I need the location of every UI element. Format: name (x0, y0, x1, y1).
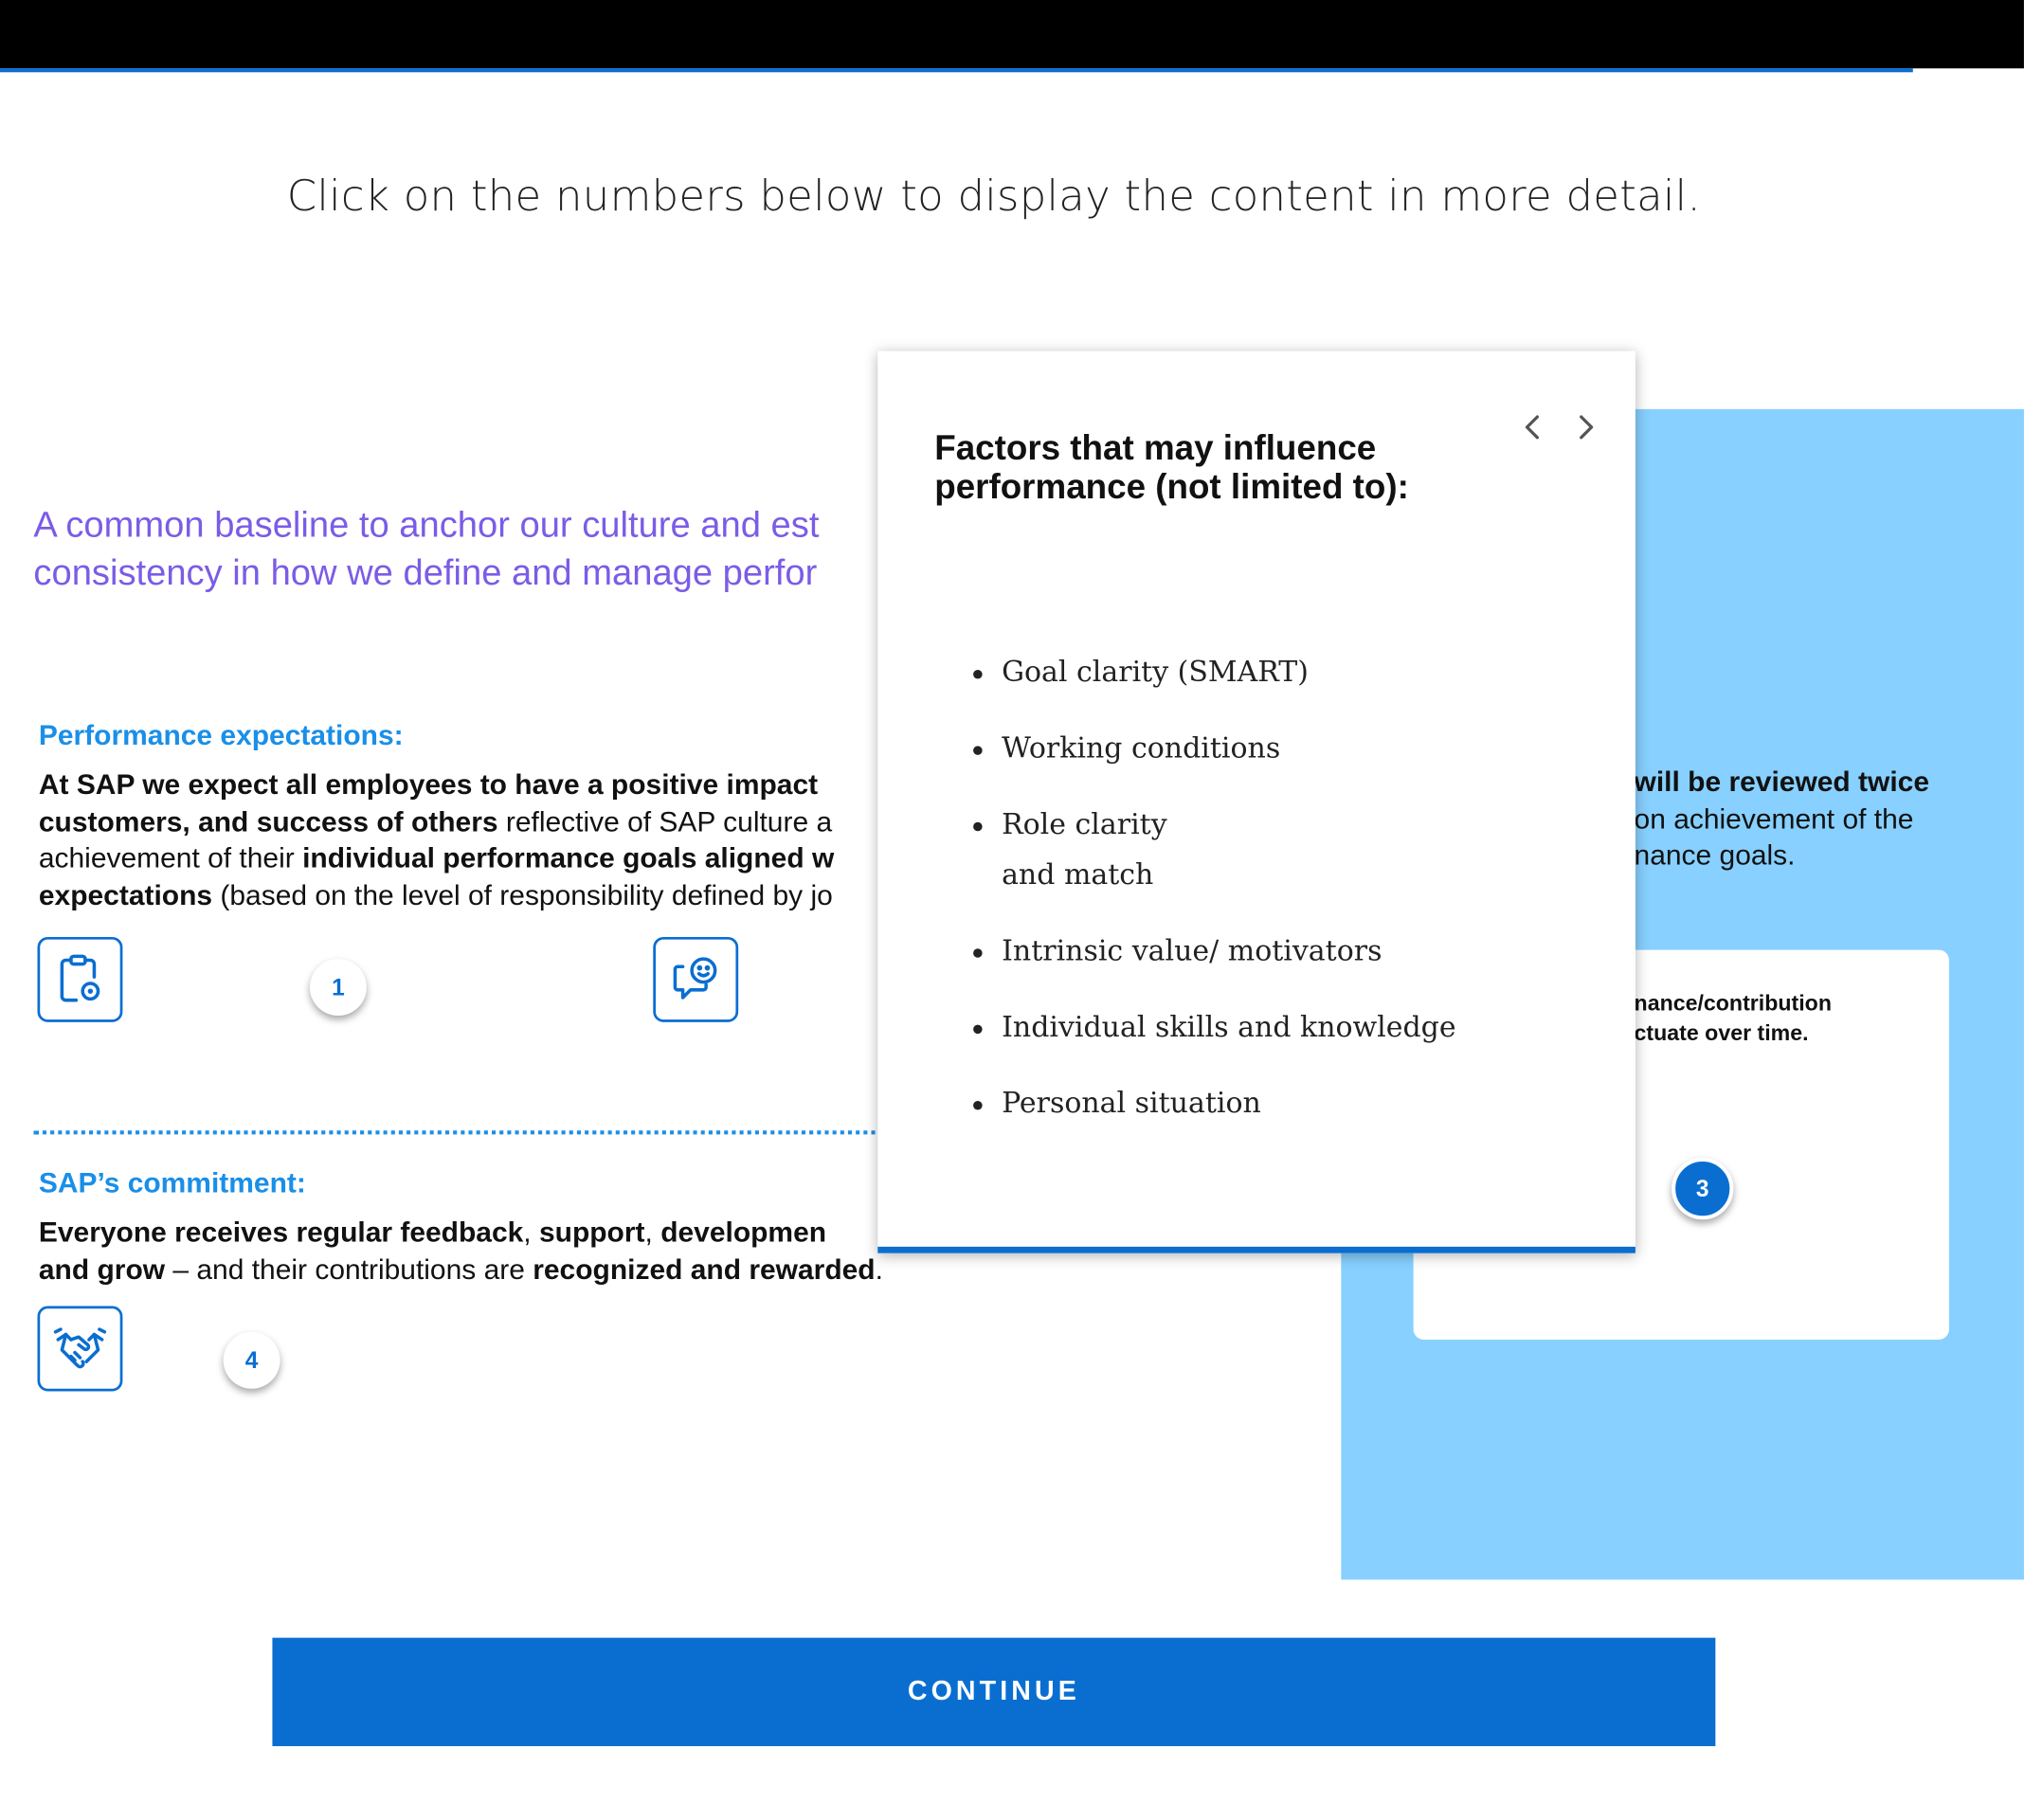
chat-smile-icon (653, 936, 739, 1022)
performance-line-4-text: (based on the level of responsibility de… (212, 877, 833, 911)
section-divider (33, 1130, 886, 1135)
handshake-icon (37, 1306, 123, 1392)
list-item-text: Intrinsic value/ motivators (1002, 935, 1382, 968)
chevron-left-icon[interactable] (1512, 407, 1551, 446)
review-card-text: nance/contribution ctuate over time. (1635, 988, 1832, 1048)
tagline-line-2: consistency in how we define and manage … (33, 552, 818, 593)
list-item: Working conditions (973, 724, 1593, 774)
commitment-line-2-text: – and their contributions are (165, 1252, 533, 1286)
performance-line-3-bold: individual performance goals aligned w (302, 841, 835, 874)
tagline-line-1: A common baseline to anchor our culture … (33, 504, 820, 545)
instruction-text: Click on the numbers below to display th… (286, 170, 1702, 221)
performance-line-3: achievement of their individual performa… (39, 840, 877, 877)
list-item: Role clarity and match (973, 801, 1593, 901)
list-item-text: Role clarity (1002, 809, 1167, 842)
commitment-grow: and grow (38, 1252, 166, 1286)
commitment-heading: SAP’s commitment: (38, 1166, 306, 1199)
review-card-line-1: nance/contribution (1634, 991, 1832, 1017)
commitment-line-2: and grow – and their contributions are r… (39, 1252, 968, 1288)
commitment-feedback: Everyone receives regular feedback (38, 1216, 524, 1249)
list-item: Personal situation (973, 1079, 1593, 1129)
performance-line-2-bold: customers, and success of others (38, 804, 498, 838)
performance-line-2-text: reflective of SAP culture a (497, 804, 833, 838)
hotspot-4-button[interactable]: 4 (223, 1331, 280, 1389)
list-item: Intrinsic value/ motivators (973, 927, 1593, 977)
list-item-text: Goal clarity (SMART) (1002, 657, 1309, 690)
top-bar (0, 0, 2024, 69)
list-item-text: Individual skills and knowledge (1002, 1011, 1456, 1045)
clipboard-gear-icon (37, 936, 123, 1022)
commitment-support: support (538, 1216, 645, 1249)
list-item: Individual skills and knowledge (973, 1002, 1593, 1053)
list-item-text: Working conditions (1002, 732, 1281, 766)
chevron-right-icon[interactable] (1567, 407, 1606, 446)
performance-line-4: expectations (based on the level of resp… (39, 877, 877, 914)
continue-button[interactable]: CONTINUE (272, 1637, 1716, 1747)
list-item-text: Personal situation (1002, 1088, 1261, 1121)
progress-line (0, 68, 1913, 73)
commitment-paragraph: Everyone receives regular feedback, supp… (39, 1215, 968, 1288)
tagline: A common baseline to anchor our culture … (33, 501, 937, 597)
performance-line-2: customers, and success of others reflect… (39, 803, 877, 840)
factors-list: Goal clarity (SMART) Working conditions … (973, 648, 1593, 1155)
list-item-text-cont: and match (1002, 859, 1154, 892)
commitment-sep-1: , (523, 1216, 539, 1249)
commitment-line-1: Everyone receives regular feedback, supp… (39, 1215, 968, 1252)
performance-line-1: At SAP we expect all employees to have a… (39, 766, 877, 803)
commitment-development: developmen (660, 1216, 827, 1249)
hotspot-1-button[interactable]: 1 (309, 959, 367, 1017)
performance-line-1-bold: At SAP we expect all employees to have a… (38, 767, 819, 801)
popup-title: Factors that may influence performance (… (934, 428, 1409, 506)
review-line-1-bold: will be reviewed twice (1634, 765, 1930, 798)
performance-line-3-text: achievement of their (38, 841, 303, 874)
list-item: Goal clarity (SMART) (973, 648, 1593, 698)
performance-paragraph: At SAP we expect all employees to have a… (39, 766, 877, 913)
review-text: will be reviewed twice on achievement of… (1635, 764, 1929, 874)
performance-heading: Performance expectations: (38, 718, 404, 751)
commitment-period: . (875, 1252, 883, 1286)
review-card-line-2: ctuate over time. (1634, 1020, 1809, 1046)
commitment-recognized: recognized and rewarded (533, 1252, 876, 1286)
detail-popup: Factors that may influence performance (… (877, 351, 1635, 1253)
hotspot-3-button[interactable]: 3 (1672, 1157, 1734, 1220)
review-line-2: on achievement of the (1634, 802, 1914, 835)
review-line-3: nance goals. (1634, 838, 1796, 872)
page: Click on the numbers below to display th… (0, 0, 2024, 1820)
review-line-1: will be reviewed twice (1635, 764, 1929, 801)
performance-line-4-bold: expectations (38, 877, 213, 911)
commitment-sep-2: , (644, 1216, 661, 1249)
